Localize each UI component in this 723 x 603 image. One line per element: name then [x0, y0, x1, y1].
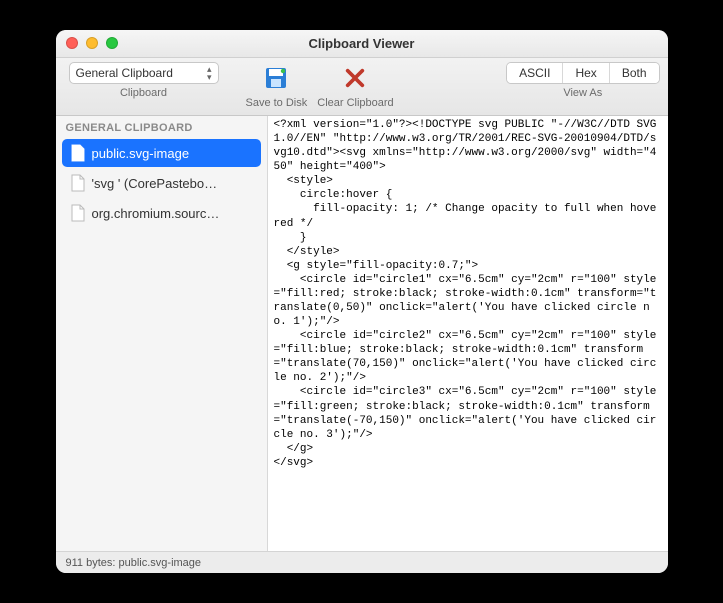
status-text: 911 bytes: public.svg-image: [66, 557, 202, 569]
file-icon: [70, 173, 86, 193]
save-label: Save to Disk: [246, 97, 308, 109]
file-icon: [70, 203, 86, 223]
close-icon[interactable]: [66, 37, 78, 49]
save-to-disk-button[interactable]: [256, 62, 296, 94]
clipboard-select-value: General Clipboard: [76, 66, 173, 80]
status-bar: 911 bytes: public.svg-image: [56, 551, 668, 573]
view-as-segmented: ASCII Hex Both: [506, 62, 659, 84]
sidebar-item-label: 'svg ' (CorePastebo…: [92, 176, 218, 191]
sidebar-item-label: org.chromium.sourc…: [92, 206, 220, 221]
clear-group: Clear Clipboard: [317, 62, 393, 109]
app-window: Clipboard Viewer General Clipboard ▴▾ Cl…: [56, 30, 668, 573]
save-group: Save to Disk: [246, 62, 308, 109]
titlebar: Clipboard Viewer: [56, 30, 668, 58]
view-both-button[interactable]: Both: [610, 63, 659, 83]
floppy-disk-icon: [264, 66, 288, 90]
sidebar-header: GENERAL CLIPBOARD: [56, 116, 267, 138]
clipboard-select-group: General Clipboard ▴▾ Clipboard: [64, 62, 224, 99]
view-hex-button[interactable]: Hex: [563, 63, 609, 83]
minimize-icon[interactable]: [86, 37, 98, 49]
sidebar: GENERAL CLIPBOARD public.svg-image 'svg …: [56, 116, 268, 551]
traffic-lights: [66, 37, 118, 49]
clear-label: Clear Clipboard: [317, 97, 393, 109]
clear-clipboard-button[interactable]: [335, 62, 375, 94]
view-ascii-button[interactable]: ASCII: [507, 63, 563, 83]
view-as-label: View As: [563, 87, 602, 99]
sidebar-item-public-svg-image[interactable]: public.svg-image: [62, 139, 261, 167]
updown-chevron-icon: ▴▾: [207, 65, 212, 81]
zoom-icon[interactable]: [106, 37, 118, 49]
toolbar: General Clipboard ▴▾ Clipboard Save to D…: [56, 58, 668, 116]
main-body: GENERAL CLIPBOARD public.svg-image 'svg …: [56, 116, 668, 551]
x-delete-icon: [344, 67, 366, 89]
sidebar-item-org-chromium-source[interactable]: org.chromium.sourc…: [62, 199, 261, 227]
sidebar-item-svg-corepastebo[interactable]: 'svg ' (CorePastebo…: [62, 169, 261, 197]
content-view[interactable]: <?xml version="1.0"?><!DOCTYPE svg PUBLI…: [268, 116, 668, 551]
clipboard-label: Clipboard: [120, 87, 167, 99]
view-as-group: ASCII Hex Both View As: [506, 62, 659, 99]
window-title: Clipboard Viewer: [309, 36, 415, 51]
file-icon: [70, 143, 86, 163]
clipboard-select[interactable]: General Clipboard ▴▾: [69, 62, 219, 84]
sidebar-item-label: public.svg-image: [92, 146, 190, 161]
